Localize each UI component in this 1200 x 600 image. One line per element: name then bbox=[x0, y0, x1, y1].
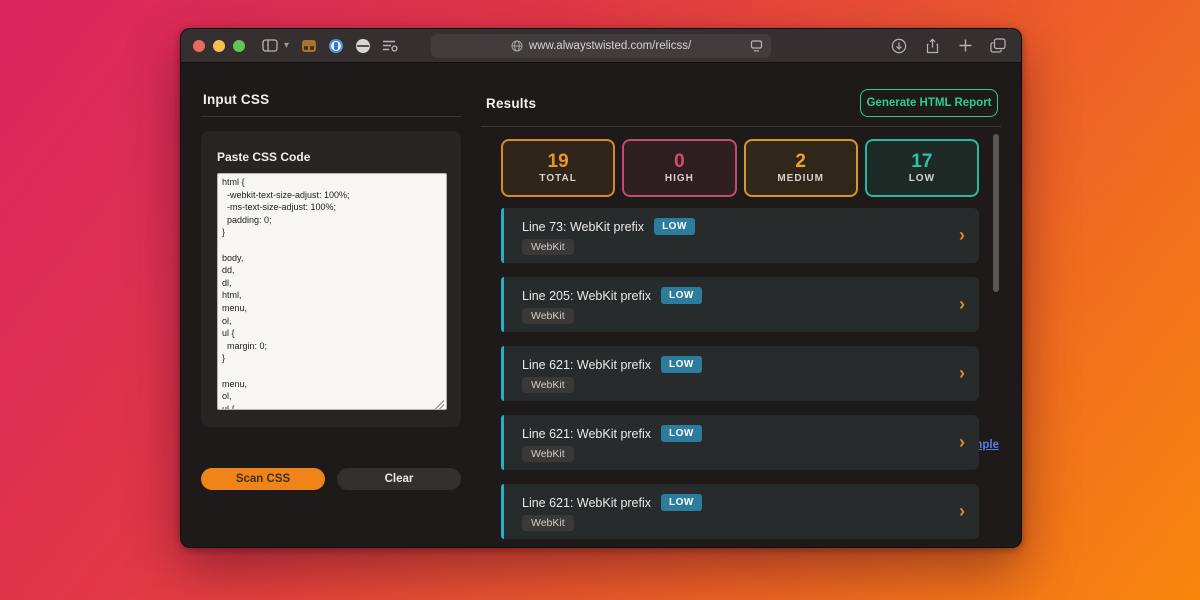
chevron-right-icon[interactable]: › bbox=[959, 432, 965, 450]
result-title: Line 621: WebKit prefix bbox=[522, 427, 651, 441]
chevron-right-icon[interactable]: › bbox=[959, 363, 965, 381]
new-tab-plus-icon[interactable] bbox=[954, 35, 976, 57]
severity-badge: LOW bbox=[661, 356, 702, 373]
results-heading: Results bbox=[486, 96, 536, 111]
paste-css-heading: Paste CSS Code bbox=[217, 150, 310, 164]
chevron-right-icon[interactable]: › bbox=[959, 225, 965, 243]
result-row[interactable]: Line 73: WebKit prefix LOW WebKit › bbox=[501, 208, 979, 263]
sidebar-icon[interactable] bbox=[259, 35, 281, 57]
stat-low-label: LOW bbox=[909, 173, 935, 184]
stat-card-medium: 2 MEDIUM bbox=[744, 139, 858, 197]
browser-toolbar: ▾ www.alwaystwisted.com/relicss/ bbox=[181, 29, 1021, 63]
severity-badge: LOW bbox=[661, 494, 702, 511]
results-list: Line 73: WebKit prefix LOW WebKit › Line… bbox=[501, 208, 979, 548]
traffic-lights bbox=[193, 40, 245, 52]
close-window-button[interactable] bbox=[193, 40, 205, 52]
page-format-icon[interactable] bbox=[750, 40, 763, 52]
input-buttons: Scan CSS Clear bbox=[201, 468, 461, 490]
chevron-down-icon[interactable]: ▾ bbox=[284, 40, 289, 51]
stat-card-low: 17 LOW bbox=[865, 139, 979, 197]
stat-high-label: HIGH bbox=[665, 173, 694, 184]
url-text: www.alwaystwisted.com/relicss/ bbox=[529, 40, 691, 52]
result-title: Line 621: WebKit prefix bbox=[522, 496, 651, 510]
desktop-background: ▾ www.alwaystwisted.com/relicss/ bbox=[0, 0, 1200, 600]
result-tag: WebKit bbox=[522, 308, 574, 324]
result-title: Line 73: WebKit prefix bbox=[522, 220, 644, 234]
css-input-textarea[interactable]: html { -webkit-text-size-adjust: 100%; -… bbox=[217, 173, 447, 410]
stat-card-high: 0 HIGH bbox=[622, 139, 736, 197]
generate-html-report-button[interactable]: Generate HTML Report bbox=[860, 89, 998, 117]
result-tag: WebKit bbox=[522, 377, 574, 393]
toolbar-right-icons bbox=[888, 35, 1009, 57]
paste-css-card: Paste CSS Code html { -webkit-text-size-… bbox=[201, 131, 461, 427]
chevron-right-icon[interactable]: › bbox=[959, 294, 965, 312]
chevron-right-icon[interactable]: › bbox=[959, 501, 965, 519]
input-divider bbox=[201, 116, 461, 117]
textarea-resize-handle[interactable] bbox=[434, 399, 444, 409]
result-tag: WebKit bbox=[522, 446, 574, 462]
clear-button[interactable]: Clear bbox=[337, 468, 461, 490]
results-divider bbox=[481, 126, 1001, 127]
share-icon[interactable] bbox=[921, 35, 943, 57]
browser-window: ▾ www.alwaystwisted.com/relicss/ bbox=[180, 28, 1022, 548]
stat-high-value: 0 bbox=[674, 152, 685, 171]
scan-css-button[interactable]: Scan CSS bbox=[201, 468, 325, 490]
result-row[interactable]: Line 205: WebKit prefix LOW WebKit › bbox=[501, 277, 979, 332]
burger-extension-icon[interactable] bbox=[352, 35, 374, 57]
onepassword-extension-icon[interactable] bbox=[325, 35, 347, 57]
tab-overview-icon[interactable] bbox=[987, 35, 1009, 57]
page-content: Input CSS Paste CSS Code html { -webkit-… bbox=[181, 63, 1021, 548]
result-row[interactable]: Line 621: WebKit prefix LOW WebKit › bbox=[501, 415, 979, 470]
stat-low-value: 17 bbox=[911, 152, 932, 171]
stat-medium-label: MEDIUM bbox=[777, 173, 824, 184]
result-row[interactable]: Line 621: WebKit prefix LOW WebKit › bbox=[501, 346, 979, 401]
result-row[interactable]: Line 621: WebKit prefix LOW WebKit › bbox=[501, 484, 979, 539]
severity-badge: LOW bbox=[661, 425, 702, 442]
toolbar-left-icons: ▾ bbox=[259, 35, 401, 57]
filter-list-extension-icon[interactable] bbox=[379, 35, 401, 57]
stat-medium-value: 2 bbox=[795, 152, 806, 171]
severity-badge: LOW bbox=[654, 218, 695, 235]
mask-extension-icon[interactable] bbox=[298, 35, 320, 57]
result-title: Line 621: WebKit prefix bbox=[522, 358, 651, 372]
stat-total-value: 19 bbox=[548, 152, 569, 171]
stat-total-label: TOTAL bbox=[539, 173, 576, 184]
severity-badge: LOW bbox=[661, 287, 702, 304]
result-tag: WebKit bbox=[522, 515, 574, 531]
result-title: Line 205: WebKit prefix bbox=[522, 289, 651, 303]
minimize-window-button[interactable] bbox=[213, 40, 225, 52]
address-bar[interactable]: www.alwaystwisted.com/relicss/ bbox=[431, 34, 771, 58]
page-scrollbar-thumb[interactable] bbox=[993, 134, 999, 292]
globe-icon bbox=[511, 40, 523, 52]
zoom-window-button[interactable] bbox=[233, 40, 245, 52]
stats-row: 19 TOTAL 0 HIGH 2 MEDIUM 17 LOW bbox=[501, 139, 979, 197]
download-icon[interactable] bbox=[888, 35, 910, 57]
input-css-heading: Input CSS bbox=[203, 92, 269, 107]
result-tag: WebKit bbox=[522, 239, 574, 255]
stat-card-total: 19 TOTAL bbox=[501, 139, 615, 197]
